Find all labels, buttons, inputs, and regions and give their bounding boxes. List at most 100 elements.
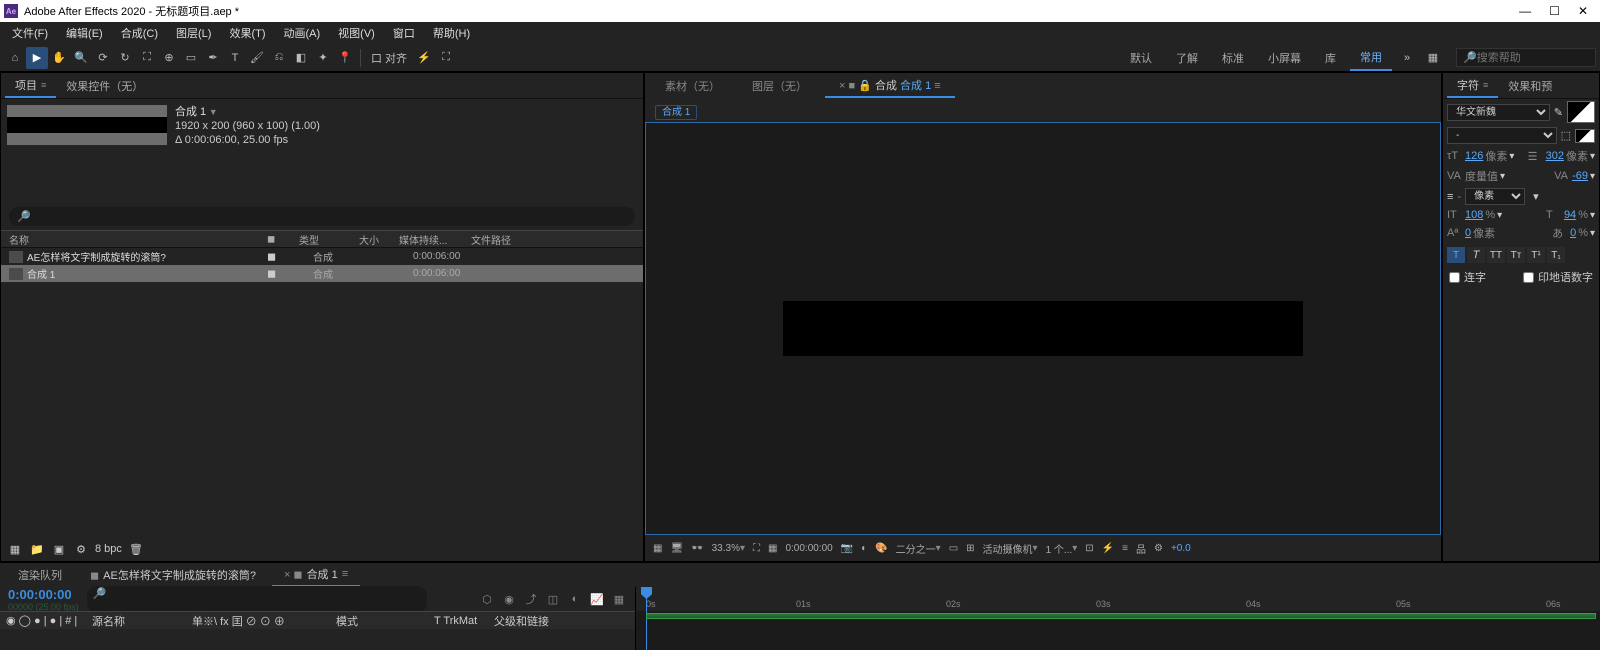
source-name-col[interactable]: 源名称	[92, 613, 192, 629]
subscript-button[interactable]: T₁	[1547, 247, 1565, 263]
reset-exposure-icon[interactable]: ⚙	[1152, 539, 1165, 557]
flowchart-icon[interactable]: 品	[1134, 539, 1148, 557]
font-family-select[interactable]: 华文新魏	[1447, 104, 1550, 121]
snap-toggle[interactable]: 口 对齐	[365, 47, 413, 69]
mask-icon[interactable]: 👓	[689, 539, 705, 557]
zoom-tool[interactable]: 🔍	[70, 47, 92, 69]
timeline-search-input[interactable]	[93, 600, 421, 612]
trkmat-col[interactable]: T TrkMat	[434, 615, 494, 627]
preview-area[interactable]	[645, 122, 1441, 535]
time-ruler[interactable]: 0s 01s 02s 03s 04s 05s 06s	[636, 587, 1600, 611]
col-name[interactable]: 名称	[9, 232, 267, 247]
clone-tool[interactable]: ⎌	[268, 47, 290, 69]
maximize-button[interactable]: ☐	[1549, 4, 1560, 18]
flowchart-comp[interactable]: 合成 1	[655, 105, 697, 120]
draft3d-icon[interactable]: ◉	[501, 591, 517, 607]
comp-mini-flowchart-icon[interactable]: ⬡	[479, 591, 495, 607]
timeline-tab-other[interactable]: ◼ AE怎样将文字制成旋转的滚筒?	[78, 564, 268, 586]
leading-value[interactable]: 302	[1546, 150, 1564, 162]
mode-col[interactable]: 模式	[336, 613, 434, 629]
grid-icon[interactable]: ⊞	[964, 539, 976, 557]
current-time[interactable]: 0:00:00:00	[8, 587, 79, 602]
vscale-value[interactable]: 108	[1465, 209, 1483, 221]
search-help-input[interactable]	[1477, 52, 1577, 64]
fill-stroke-swatch[interactable]	[1567, 101, 1595, 123]
search-help-box[interactable]: 🔎	[1456, 48, 1596, 67]
timeline-icon[interactable]: ≡	[1120, 539, 1130, 557]
ligatures-checkbox[interactable]: 连字	[1443, 267, 1492, 287]
allcaps-button[interactable]: TT	[1487, 247, 1505, 263]
snapshot-icon[interactable]: 📷	[839, 539, 855, 557]
project-tab[interactable]: 项目 ≡	[5, 74, 56, 98]
character-tab[interactable]: 字符 ≡	[1447, 74, 1498, 98]
layer-tab[interactable]: 图层（无）	[738, 75, 821, 97]
frameblend-icon[interactable]: ◫	[545, 591, 561, 607]
misc-tool-1[interactable]: ⚡	[413, 47, 435, 69]
color-mgmt-icon[interactable]: 🎨	[873, 539, 889, 557]
faux-bold-button[interactable]: T	[1447, 247, 1465, 263]
trash-icon[interactable]: 🗑	[128, 541, 144, 557]
stroke-unit-select[interactable]: 像素	[1465, 188, 1525, 205]
menu-layer[interactable]: 图层(L)	[168, 23, 219, 43]
motionblur-icon[interactable]: ◐	[567, 591, 583, 607]
home-button[interactable]: ⌂	[4, 47, 26, 69]
shy-icon[interactable]: ⤴	[523, 591, 539, 607]
eraser-tool[interactable]: ◧	[290, 47, 312, 69]
hand-tool[interactable]: ✋	[48, 47, 70, 69]
render-queue-tab[interactable]: 渲染队列	[6, 564, 74, 586]
col-type[interactable]: 类型	[299, 232, 359, 247]
menu-view[interactable]: 视图(V)	[330, 23, 383, 43]
menu-help[interactable]: 帮助(H)	[425, 23, 478, 43]
work-area-bar[interactable]	[646, 613, 1596, 619]
zoom-dropdown[interactable]: 33.3%	[710, 539, 747, 557]
graph-editor-icon[interactable]: 📈	[589, 591, 605, 607]
menu-animation[interactable]: 动画(A)	[276, 23, 329, 43]
workspace-default[interactable]: 默认	[1120, 46, 1162, 70]
timeline-tracks[interactable]: 0s 01s 02s 03s 04s 05s 06s	[636, 587, 1600, 650]
composition-tab[interactable]: × ■ 🔒 合成 合成 1 ≡	[825, 74, 955, 98]
brain-icon[interactable]: ▦	[611, 591, 627, 607]
effects-presets-tab[interactable]: 效果和预	[1498, 75, 1562, 97]
project-settings-icon[interactable]: ⚙	[73, 541, 89, 557]
workspace-grid-icon[interactable]: ▦	[1422, 47, 1444, 69]
resolution-dropdown[interactable]: 二分之一	[894, 539, 943, 557]
footage-tab[interactable]: 素材（无）	[651, 75, 734, 97]
timeline-tab-active[interactable]: × ◼ 合成 1 ≡	[272, 563, 360, 587]
close-button[interactable]: ✕	[1578, 4, 1588, 18]
type-tool[interactable]: T	[224, 47, 246, 69]
workspace-custom[interactable]: 常用	[1350, 45, 1392, 71]
col-label[interactable]: ◼	[267, 234, 299, 245]
camera-dropdown[interactable]: 活动摄像机	[981, 539, 1040, 557]
tsume-value[interactable]: 0	[1570, 227, 1576, 239]
interpret-footage-icon[interactable]: ▦	[7, 541, 23, 557]
tracking-value[interactable]: -69	[1572, 170, 1588, 182]
timeline-search[interactable]: 🔎	[87, 586, 427, 613]
roi-icon[interactable]: ▭	[947, 539, 960, 557]
swap-swatch[interactable]	[1575, 129, 1595, 143]
hindi-digits-checkbox[interactable]: 印地语数字	[1517, 267, 1599, 287]
menu-edit[interactable]: 编辑(E)	[58, 23, 111, 43]
menu-window[interactable]: 窗口	[385, 23, 423, 43]
new-folder-icon[interactable]: 📁	[29, 541, 45, 557]
workspace-standard[interactable]: 标准	[1212, 46, 1254, 70]
pixel-aspect-icon[interactable]: ⊡	[1083, 539, 1095, 557]
workspace-libraries[interactable]: 库	[1315, 46, 1346, 70]
parent-col[interactable]: 父级和链接	[494, 613, 594, 629]
selection-tool[interactable]: ▶	[26, 47, 48, 69]
exposure-value[interactable]: +0.0	[1169, 539, 1193, 557]
eyedropper-icon[interactable]: ✎	[1554, 106, 1563, 119]
new-comp-icon[interactable]: ▣	[51, 541, 67, 557]
pen-tool[interactable]: ✒	[202, 47, 224, 69]
faux-italic-button[interactable]: T	[1467, 247, 1485, 263]
full-res-icon[interactable]: ⛶	[751, 539, 762, 557]
monitor-icon[interactable]: 🖥	[668, 539, 685, 557]
menu-file[interactable]: 文件(F)	[4, 23, 56, 43]
menu-composition[interactable]: 合成(C)	[113, 23, 166, 43]
misc-tool-2[interactable]: ⛶	[435, 47, 457, 69]
shape-tool[interactable]: ▭	[180, 47, 202, 69]
camera-tool[interactable]: ⛶	[136, 47, 158, 69]
minimize-button[interactable]: —	[1519, 4, 1531, 18]
menu-effect[interactable]: 效果(T)	[221, 23, 273, 43]
fast-preview-icon[interactable]: ⚡	[1100, 539, 1116, 557]
always-preview-icon[interactable]: ▦	[651, 539, 664, 557]
